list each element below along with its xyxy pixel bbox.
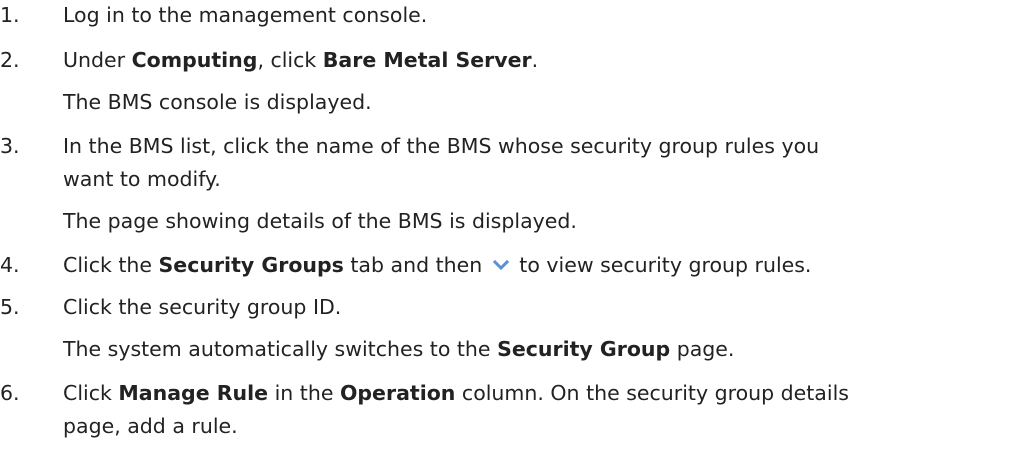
step-text-part: Click the	[63, 253, 159, 277]
step-text: Click the Security Groups tab and then t…	[63, 250, 811, 280]
step-number: 1.	[0, 3, 20, 27]
step-number: 6.	[0, 381, 20, 405]
step-text: Under Computing, click Bare Metal Server…	[63, 45, 538, 75]
step-result-text: The BMS console is displayed.	[63, 90, 372, 114]
step-text-part: tab and then	[343, 253, 489, 277]
step-number: 2.	[0, 48, 20, 72]
step-text-part: .	[531, 48, 539, 72]
step-text-part: column. On the security group details	[455, 381, 849, 405]
step-text-part: to view security group rules.	[512, 253, 812, 277]
step-text-part: in the	[268, 381, 340, 405]
step-text-part: Under	[63, 48, 132, 72]
step-result-text: The system automatically switches to the…	[63, 334, 734, 364]
ui-term-bare-metal-server: Bare Metal Server	[322, 48, 532, 72]
step-number: 5.	[0, 295, 20, 319]
ui-term-computing: Computing	[131, 48, 258, 72]
step-text-part: page.	[670, 337, 735, 361]
ui-term-security-groups: Security Groups	[158, 253, 344, 277]
step-text-continued: want to modify.	[63, 167, 221, 191]
step-result-text: The page showing details of the BMS is d…	[63, 209, 577, 233]
chevron-down-icon	[491, 251, 511, 271]
procedure-document: 1. Log in to the management console. 2. …	[0, 0, 1033, 473]
ui-term-manage-rule: Manage Rule	[118, 381, 269, 405]
step-number: 4.	[0, 253, 20, 277]
step-text: Click the security group ID.	[63, 295, 342, 319]
step-text-continued: page, add a rule.	[63, 414, 238, 438]
step-number: 3.	[0, 134, 20, 158]
step-text-part: Click	[63, 381, 119, 405]
ui-term-security-group: Security Group	[497, 337, 671, 361]
ui-term-operation: Operation	[339, 381, 456, 405]
step-text: Click Manage Rule in the Operation colum…	[63, 378, 849, 408]
step-text-part: The system automatically switches to the	[63, 337, 498, 361]
step-text-part: , click	[257, 48, 323, 72]
step-text: In the BMS list, click the name of the B…	[63, 134, 820, 158]
step-text: Log in to the management console.	[63, 3, 428, 27]
